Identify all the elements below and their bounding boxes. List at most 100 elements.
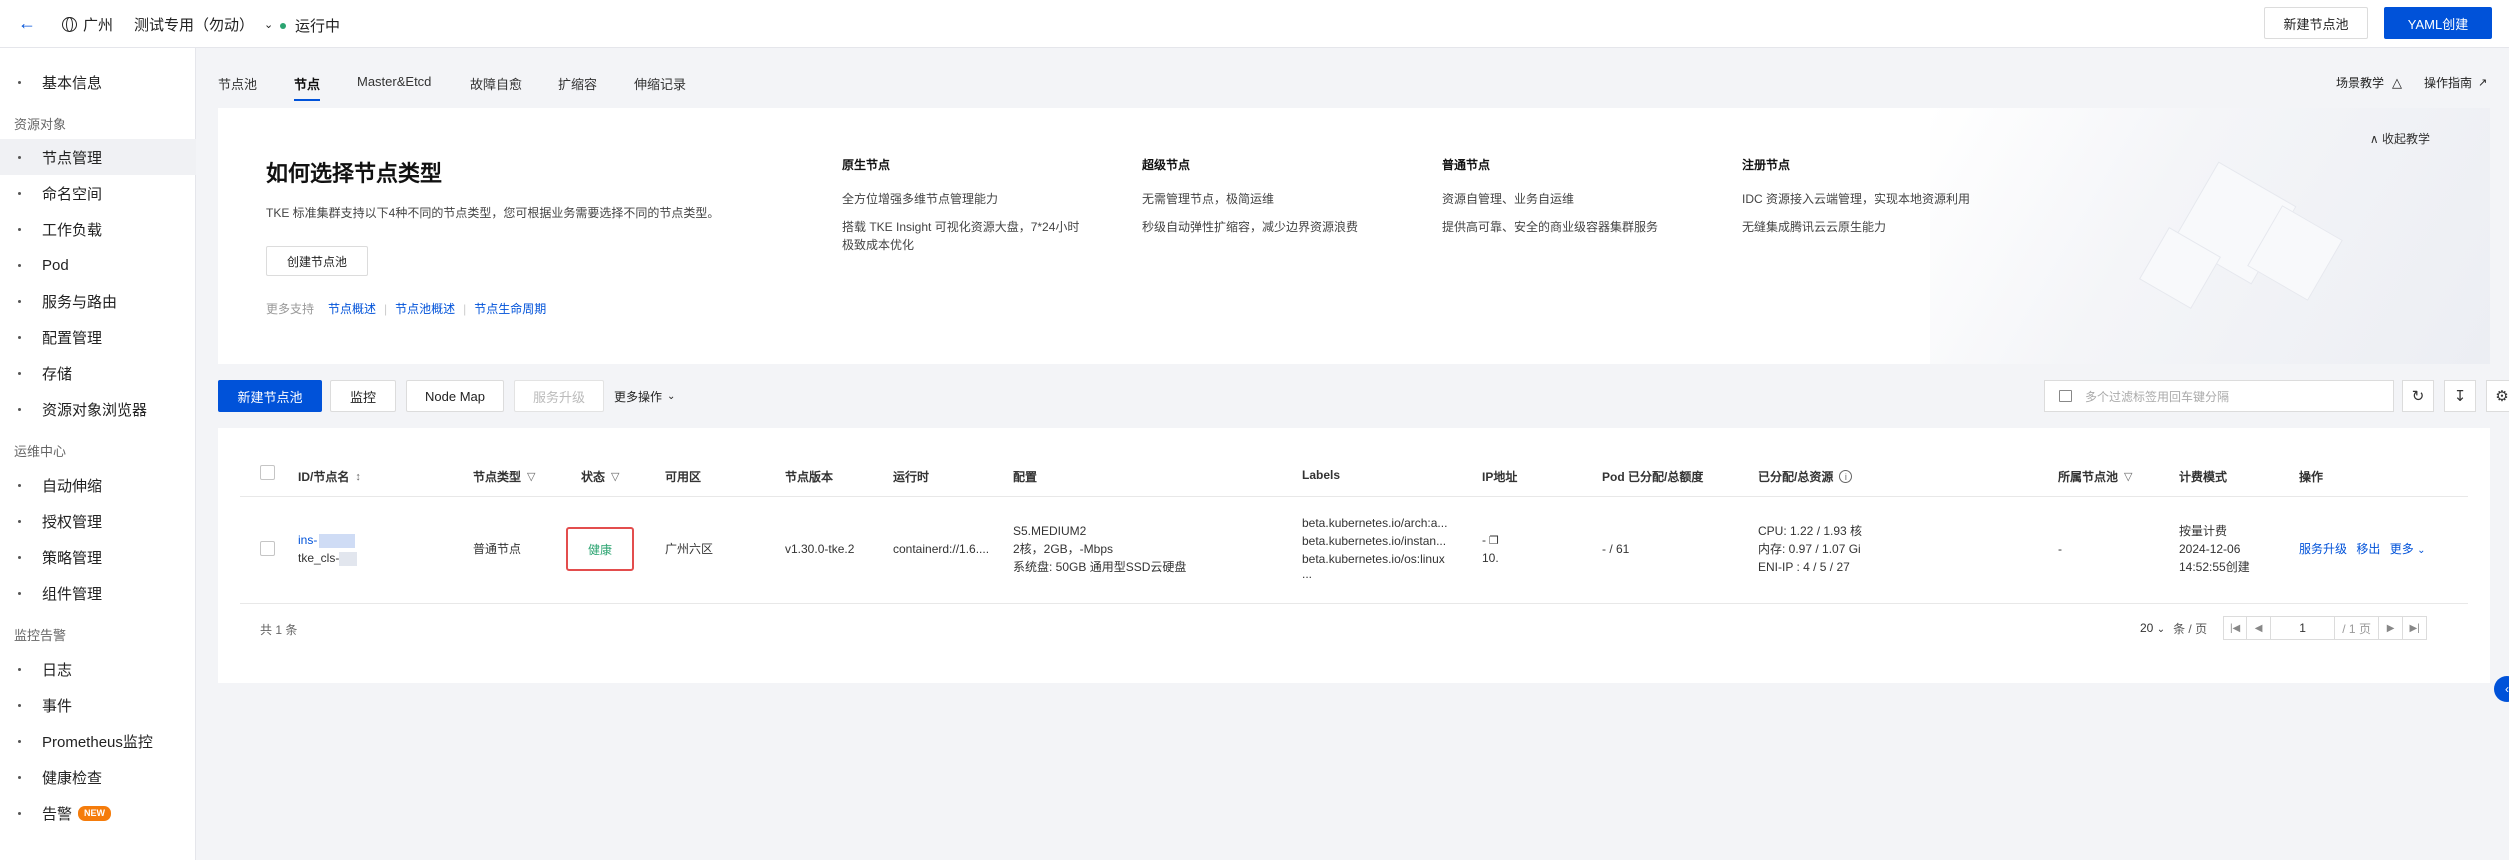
cluster-status: 运行中	[280, 15, 340, 36]
tab-self-healing[interactable]: 故障自愈	[470, 74, 522, 93]
refresh-icon[interactable]: ↻	[2402, 380, 2434, 412]
sidebar-item-prometheus[interactable]: Prometheus监控	[0, 723, 196, 759]
filter-funnel-icon: ▽	[2124, 471, 2133, 483]
column-header-pool[interactable]: 所属节点池 ▽	[2058, 468, 2132, 485]
sidebar-item-autoscaling[interactable]: 自动伸缩	[0, 467, 196, 503]
more-operations-dropdown[interactable]: 更多操作 ⌄	[614, 388, 675, 405]
next-page-icon[interactable]: ▶	[2379, 616, 2404, 640]
tab-node-pool[interactable]: 节点池	[218, 74, 257, 93]
node-map-button[interactable]: Node Map	[406, 380, 504, 412]
config-line: S5.MEDIUM2	[1013, 524, 1087, 538]
filter-funnel-icon: ▽	[611, 471, 620, 483]
column-line: IDC 资源接入云端管理，实现本地资源利用	[1742, 192, 1971, 206]
info-icon[interactable]: i	[1839, 470, 1853, 483]
tab-scaling[interactable]: 扩缩容	[558, 74, 597, 93]
sidebar-item-namespace[interactable]: 命名空间	[0, 175, 196, 211]
sidebar-item-pod[interactable]: Pod	[0, 247, 196, 283]
node-overview-link[interactable]: 节点概述	[328, 300, 376, 317]
node-pool-overview-link[interactable]: 节点池概述	[395, 300, 455, 317]
sidebar-item-workload[interactable]: 工作负载	[0, 211, 196, 247]
new-node-pool-button[interactable]: 新建节点池	[2264, 7, 2368, 39]
tab-nodes[interactable]: 节点	[294, 74, 321, 101]
guide-label: 操作指南	[2424, 76, 2473, 90]
sidebar-item-addons[interactable]: 组件管理	[0, 575, 196, 611]
label-line: beta.kubernetes.io/arch:a...	[1302, 516, 1448, 530]
first-page-icon[interactable]: |◀	[2223, 616, 2248, 640]
divider	[240, 603, 2468, 604]
column-header-billing: 计费模式	[2179, 470, 2228, 484]
billing-line: 14:52:55创建	[2179, 560, 2250, 574]
create-node-pool-button[interactable]: 创建节点池	[266, 246, 369, 276]
tab-master-etcd[interactable]: Master&Etcd	[357, 74, 431, 89]
node-id-link[interactable]: ins-	[298, 531, 356, 549]
column-header-type[interactable]: 节点类型 ▽	[473, 468, 535, 485]
prev-page-icon[interactable]: ◀	[2247, 616, 2272, 640]
last-page-icon[interactable]: ▶|	[2403, 616, 2428, 640]
node-lifecycle-link[interactable]: 节点生命周期	[474, 300, 546, 317]
ip-private: 10.	[1482, 551, 1499, 565]
sidebar-item-logs[interactable]: 日志	[0, 651, 196, 687]
column-header-version: 节点版本	[785, 470, 834, 484]
total-count: 共 1 条	[260, 623, 298, 637]
row-checkbox[interactable]	[260, 541, 275, 556]
normal-node-column: 普通节点 资源自管理、业务自运维 提供高可靠、安全的商业级容器集群服务	[1442, 156, 1658, 236]
page-input[interactable]: 1	[2271, 616, 2336, 640]
more-actions-link[interactable]: 更多	[2390, 542, 2414, 556]
download-icon[interactable]: ↧	[2444, 380, 2476, 412]
page-size-value: 20	[2140, 621, 2154, 635]
page-size-select[interactable]: 20 ⌄	[2140, 621, 2165, 635]
collapse-panel-icon[interactable]: ‹	[2494, 676, 2509, 702]
zone-cell: 广州六区	[665, 542, 714, 556]
sidebar-item-events[interactable]: 事件	[0, 687, 196, 723]
collapse-tutorial-button[interactable]: ∧ 收起教学	[2370, 130, 2430, 147]
chevron-up-icon: ∧	[2369, 132, 2379, 146]
tab-scaling-records[interactable]: 伸缩记录	[634, 74, 686, 93]
cluster-selector[interactable]: 测试专用（勿动） ⌄	[134, 14, 273, 35]
settings-gear-icon[interactable]: ⚙	[2486, 380, 2509, 412]
status-dot-icon	[280, 22, 286, 29]
column-header-status[interactable]: 状态 ▽	[581, 468, 619, 485]
globe-icon	[62, 17, 77, 32]
external-link-icon: ↗	[2478, 77, 2488, 89]
graduation-cap-icon: △	[2392, 74, 2403, 90]
node-name-cell: tke_cls-	[298, 549, 358, 567]
sidebar-item-basic-info[interactable]: 基本信息	[0, 64, 196, 100]
guide-link[interactable]: 操作指南 ↗	[2424, 74, 2487, 91]
select-all-checkbox[interactable]	[260, 465, 275, 480]
region-selector[interactable]: 广州	[62, 14, 113, 35]
node-id[interactable]: ins-	[298, 533, 317, 547]
resource-line: 内存: 0.97 / 1.07 Gi	[1758, 542, 1861, 556]
sidebar-item-node-management[interactable]: 节点管理	[0, 139, 196, 175]
sidebar-item-config[interactable]: 配置管理	[0, 319, 196, 355]
remove-link[interactable]: 移出	[2356, 542, 2380, 556]
service-upgrade-button[interactable]: 服务升级	[514, 380, 604, 412]
sidebar-group-resources: 资源对象	[14, 117, 67, 132]
filter-search-input[interactable]: 多个过滤标签用回车键分隔	[2044, 380, 2394, 412]
column-header-pods: Pod 已分配/总额度	[1602, 470, 1704, 484]
sort-icon: ↕	[355, 470, 361, 483]
sidebar-item-authorization[interactable]: 授权管理	[0, 503, 196, 539]
scenario-link[interactable]: 场景教学 △	[2336, 74, 2402, 91]
copy-icon[interactable]: ❐	[1489, 535, 1499, 547]
sidebar-item-policy[interactable]: 策略管理	[0, 539, 196, 575]
sidebar-item-service-route[interactable]: 服务与路由	[0, 283, 196, 319]
sidebar-item-health-check[interactable]: 健康检查	[0, 759, 196, 795]
pool-cell: -	[2058, 542, 2062, 556]
arrow-left-icon[interactable]: ←	[18, 12, 40, 34]
banner-title: 如何选择节点类型	[266, 161, 443, 186]
column-header-id[interactable]: ID/节点名 ↕	[298, 468, 361, 485]
service-upgrade-link[interactable]: 服务升级	[2299, 542, 2347, 556]
status-badge: 健康	[566, 527, 634, 571]
column-line: 秒级自动弹性扩缩容，减少边界资源浪费	[1142, 220, 1359, 234]
sidebar-item-storage[interactable]: 存储	[0, 355, 196, 391]
monitor-button[interactable]: 监控	[330, 380, 396, 412]
ip-public: - ❐	[1482, 531, 1499, 550]
column-title: 原生节点	[842, 158, 891, 172]
sidebar-item-resource-browser[interactable]: 资源对象浏览器	[0, 391, 196, 427]
sidebar-item-alarm[interactable]: 告警 NEW	[0, 795, 196, 831]
label-more: ...	[1302, 567, 1313, 581]
new-node-pool-button[interactable]: 新建节点池	[218, 380, 322, 412]
yaml-create-button[interactable]: YAML创建	[2384, 7, 2492, 39]
cluster-name: 测试专用（勿动）	[134, 17, 255, 34]
pods-cell: - / 61	[1602, 542, 1630, 556]
